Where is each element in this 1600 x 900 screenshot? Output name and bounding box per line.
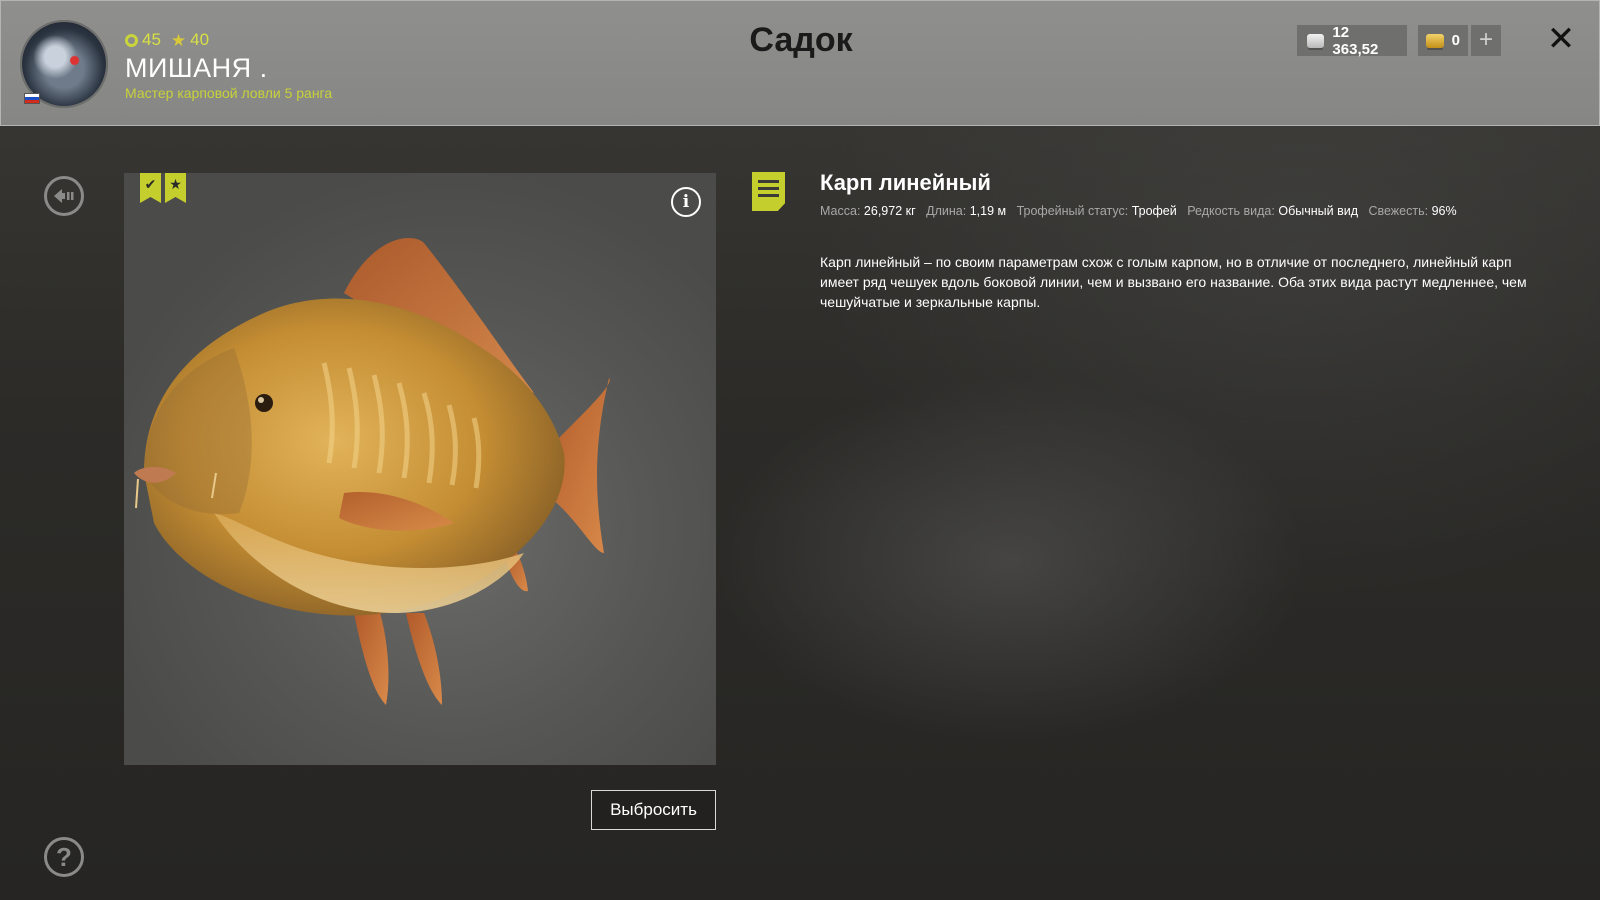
mass-value: 26,972 кг: [863, 204, 916, 218]
info-icon[interactable]: i: [671, 187, 701, 217]
silver-balance: 12 363,52: [1297, 23, 1407, 58]
help-icon: ?: [56, 841, 72, 872]
rarity-value: Обычный вид: [1278, 204, 1358, 218]
help-button[interactable]: ?: [44, 837, 84, 877]
top-bar: 45 ★ 40 МИШАНЯ . Мастер карповой ловли 5…: [0, 0, 1600, 126]
rarity-label: Редкость вида:: [1187, 204, 1275, 218]
fish-parameters: Масса: 26,972 кг Длина: 1,19 м Трофейный…: [820, 204, 1457, 218]
length-value: 1,19 м: [969, 204, 1007, 218]
mass-label: Масса:: [820, 204, 861, 218]
fish-name: Карп линейный: [820, 170, 991, 195]
gold-balance: 0: [1418, 25, 1468, 56]
add-gold-button[interactable]: +: [1471, 25, 1501, 56]
silver-amount: 12 363,52: [1332, 23, 1379, 58]
silver-coin-icon: [1307, 33, 1325, 48]
gold-coin-icon: [1426, 33, 1444, 48]
back-icon: [54, 189, 74, 203]
trophy-value: Трофей: [1131, 204, 1177, 218]
freshness-value: 96%: [1431, 204, 1457, 218]
trophy-label: Трофейный статус:: [1016, 204, 1129, 218]
freshness-label: Свежесть:: [1368, 204, 1429, 218]
fish-description: Карп линейный – по своим параметрам схож…: [820, 254, 1527, 310]
player-rank: Мастер карповой ловли 5 ранга: [125, 85, 333, 101]
russia-flag-icon: [24, 93, 40, 104]
discard-button[interactable]: Выбросить: [591, 790, 716, 830]
fish-preview-panel: ✔ ★ i: [124, 173, 716, 765]
gold-amount: 0: [1451, 32, 1460, 49]
back-button[interactable]: [44, 176, 84, 216]
close-button[interactable]: ✕: [1543, 21, 1579, 57]
fish-image: [134, 238, 610, 705]
document-icon: [752, 172, 785, 211]
length-label: Длина:: [926, 204, 967, 218]
